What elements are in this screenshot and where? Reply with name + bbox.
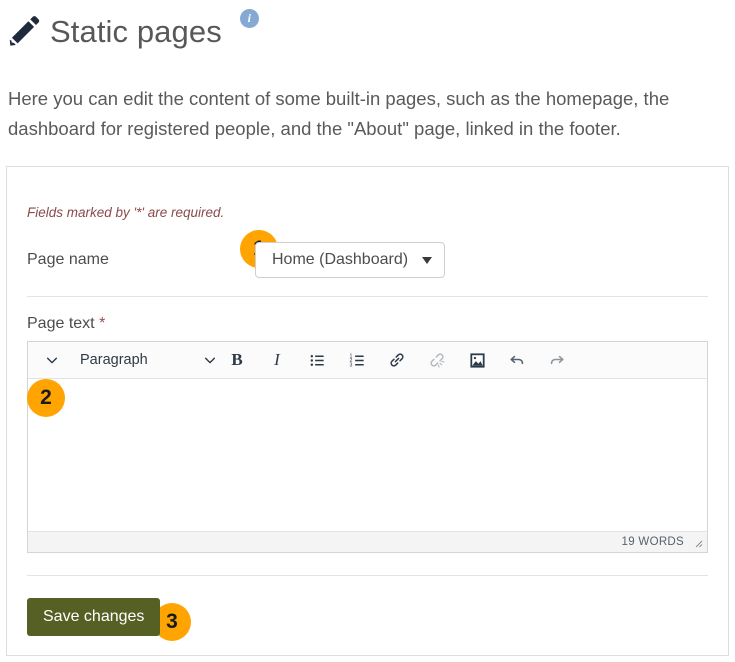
paragraph-format-select[interactable]: Paragraph [72, 352, 217, 368]
unlink-icon [417, 345, 457, 375]
page-name-row: Page name Home (Dashboard) [7, 220, 728, 278]
paragraph-format-label: Paragraph [72, 352, 156, 368]
chevron-down-icon [422, 257, 432, 264]
pencil-icon [4, 13, 42, 51]
redo-icon[interactable] [537, 345, 577, 375]
editor-status-bar: 19 WORDS [28, 531, 707, 552]
step-badge-2: 2 [27, 379, 65, 417]
editor-toolbar: Paragraph B I 1 2 3 [28, 342, 707, 379]
italic-icon[interactable]: I [257, 345, 297, 375]
svg-text:3: 3 [349, 362, 352, 368]
page-description: Here you can edit the content of some bu… [8, 84, 723, 144]
bold-icon[interactable]: B [217, 345, 257, 375]
resize-handle-icon[interactable] [691, 536, 703, 548]
page-header: Static pages i [0, 0, 735, 56]
page-name-label: Page name [27, 251, 255, 269]
save-changes-button[interactable]: Save changes [27, 598, 160, 636]
static-pages-screen: Static pages i Here you can edit the con… [0, 0, 735, 662]
required-asterisk: * [99, 315, 105, 332]
static-pages-form: Fields marked by '*' are required. Page … [6, 166, 729, 656]
form-actions: Save changes [7, 576, 728, 636]
info-icon[interactable]: i [240, 9, 259, 28]
page-name-select[interactable]: Home (Dashboard) [255, 242, 445, 278]
word-count: 19 WORDS [622, 536, 684, 548]
image-icon[interactable] [457, 345, 497, 375]
bullet-list-icon[interactable] [297, 345, 337, 375]
chevron-down-icon [203, 353, 217, 367]
required-fields-note: Fields marked by '*' are required. [7, 167, 728, 220]
link-icon[interactable] [377, 345, 417, 375]
page-name-selected-value: Home (Dashboard) [272, 251, 408, 269]
page-text-label-text: Page text [27, 315, 95, 332]
numbered-list-icon[interactable]: 1 2 3 [337, 345, 377, 375]
page-text-label: Page text * [7, 297, 728, 333]
rich-text-editor: Paragraph B I 1 2 3 [27, 341, 708, 553]
page-title: Static pages [50, 13, 222, 51]
undo-icon[interactable] [497, 345, 537, 375]
editor-content-area[interactable] [28, 379, 707, 531]
toggle-toolbar-chevron-icon[interactable] [32, 345, 72, 375]
